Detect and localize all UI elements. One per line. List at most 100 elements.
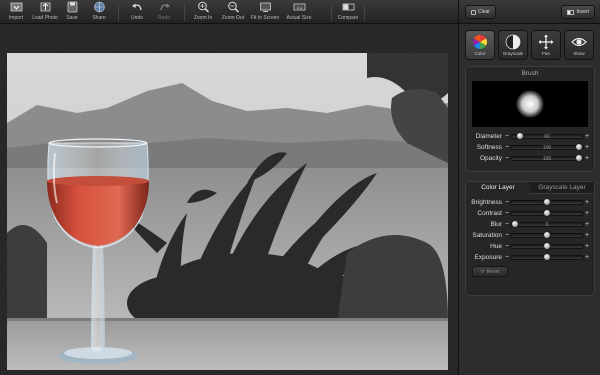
- increase-icon[interactable]: +: [584, 232, 590, 239]
- increase-icon[interactable]: +: [584, 221, 590, 228]
- fit-to-screen-icon: [259, 2, 271, 12]
- slider-label: Hue: [490, 243, 502, 250]
- reset-button[interactable]: ⟳ Reset: [472, 266, 508, 277]
- increase-icon[interactable]: +: [584, 243, 590, 250]
- zoom-out-button[interactable]: Zoom Out: [221, 1, 245, 23]
- redo-icon: [159, 3, 170, 11]
- invert-button[interactable]: Invert: [561, 5, 595, 19]
- increase-icon[interactable]: +: [584, 133, 590, 140]
- slider-row: Softness −100 +: [470, 142, 590, 153]
- color-wheel-icon: [473, 35, 487, 49]
- slider-knob[interactable]: [543, 209, 551, 217]
- brush-panel: Brush Diameter −60 + Softness −100 + Opacity −1…: [465, 66, 595, 172]
- slider-knob[interactable]: [543, 198, 551, 206]
- fit-to-screen-button[interactable]: Fit to Screen: [250, 1, 280, 23]
- share-button[interactable]: Share: [89, 1, 109, 23]
- undo-label: Undo: [131, 15, 143, 21]
- main-toolbar: Import Load Photo Save Share Undo Redo Z…: [0, 0, 458, 24]
- slider-track[interactable]: [510, 231, 584, 239]
- mode-show-label: Show: [573, 51, 585, 56]
- zoom-in-button[interactable]: Zoom In: [192, 1, 214, 23]
- slider-value: 100: [542, 156, 552, 162]
- slider-knob[interactable]: [543, 253, 551, 261]
- mode-color-button[interactable]: Color: [465, 30, 495, 60]
- slider-track[interactable]: [510, 253, 584, 261]
- slider-value: 0: [545, 222, 549, 228]
- clear-icon: [471, 9, 476, 15]
- increase-icon[interactable]: +: [584, 254, 590, 261]
- mode-pan-label: Pan: [541, 51, 550, 56]
- redo-button[interactable]: Redo: [154, 1, 174, 23]
- actual-size-label: Actual Size: [286, 15, 312, 21]
- reset-label: Reset: [486, 268, 500, 275]
- mode-selector: Color Grayscale Pan Show: [465, 30, 595, 60]
- mode-pan-button[interactable]: Pan: [531, 30, 561, 60]
- slider-knob[interactable]: [575, 143, 583, 151]
- slider-label: Diameter: [475, 133, 502, 140]
- slider-knob[interactable]: [575, 154, 583, 162]
- brush-title: Brush: [521, 70, 539, 77]
- brush-preview: [472, 81, 588, 127]
- slider-track[interactable]: 100: [510, 154, 584, 162]
- zoom-in-label: Zoom In: [193, 15, 213, 21]
- share-icon: [93, 1, 105, 13]
- slider-value: 100: [542, 145, 552, 151]
- slider-knob[interactable]: [543, 231, 551, 239]
- svg-text:1:1: 1:1: [296, 5, 302, 10]
- slider-row: Brightness − +: [470, 197, 590, 208]
- layer-panel: Color Layer Grayscale Layer Brightness − +…: [465, 181, 595, 296]
- slider-track[interactable]: [510, 242, 584, 250]
- layer-sliders: Brightness − + Contrast − + Blur −0 + Saturation −…: [466, 197, 594, 263]
- layer-tabs: Color Layer Grayscale Layer: [466, 182, 594, 194]
- slider-row: Blur −0 +: [470, 219, 590, 230]
- actual-size-button[interactable]: 1:1 Actual Size: [285, 1, 313, 23]
- compare-icon: [342, 3, 354, 11]
- import-button[interactable]: Import: [4, 1, 28, 23]
- load-photo-button[interactable]: Load Photo: [32, 1, 58, 23]
- increase-icon[interactable]: +: [584, 144, 590, 151]
- invert-label: Invert: [576, 9, 589, 15]
- slider-label: Exposure: [474, 254, 502, 261]
- zoom-out-icon: [227, 1, 239, 13]
- compare-button[interactable]: Compare: [336, 1, 360, 23]
- import-icon: [10, 2, 22, 12]
- tab-grayscale-layer[interactable]: Grayscale Layer: [530, 182, 594, 194]
- invert-icon: [567, 9, 575, 15]
- undo-icon: [131, 3, 142, 11]
- fit-to-screen-label: Fit to Screen: [250, 15, 280, 21]
- undo-button[interactable]: Undo: [127, 1, 147, 23]
- canvas-area[interactable]: [0, 25, 458, 375]
- slider-track[interactable]: [510, 198, 584, 206]
- slider-label: Contrast: [477, 210, 502, 217]
- zoom-out-label: Zoom Out: [221, 15, 245, 21]
- zoom-in-icon: [197, 1, 209, 13]
- reset-icon: ⟳: [480, 268, 485, 275]
- import-label: Import: [8, 15, 24, 21]
- eye-icon: [571, 37, 587, 47]
- slider-row: Saturation − +: [470, 230, 590, 241]
- mode-grayscale-button[interactable]: Grayscale: [498, 30, 528, 60]
- tab-color-layer[interactable]: Color Layer: [466, 182, 530, 194]
- increase-icon[interactable]: +: [584, 199, 590, 206]
- slider-knob[interactable]: [511, 220, 519, 228]
- slider-row: Hue − +: [470, 241, 590, 252]
- slider-track[interactable]: [510, 209, 584, 217]
- brush-sliders: Diameter −60 + Softness −100 + Opacity −100 +: [466, 131, 594, 164]
- save-button[interactable]: Save: [62, 1, 82, 23]
- slider-row: Contrast − +: [470, 208, 590, 219]
- photo-canvas[interactable]: [7, 53, 448, 370]
- mode-show-button[interactable]: Show: [564, 30, 594, 60]
- pan-arrows-icon: [538, 34, 554, 50]
- slider-track[interactable]: 0: [510, 220, 584, 228]
- slider-row: Diameter −60 +: [470, 131, 590, 142]
- slider-row: Exposure − +: [470, 252, 590, 263]
- toolbar-separator: [118, 3, 119, 21]
- load-photo-icon: [40, 2, 50, 12]
- clear-button[interactable]: Clear: [465, 5, 496, 19]
- slider-track[interactable]: 60: [510, 132, 584, 140]
- compare-label: Compare: [337, 15, 359, 21]
- slider-knob[interactable]: [543, 242, 551, 250]
- increase-icon[interactable]: +: [584, 155, 590, 162]
- increase-icon[interactable]: +: [584, 210, 590, 217]
- slider-track[interactable]: 100: [510, 143, 584, 151]
